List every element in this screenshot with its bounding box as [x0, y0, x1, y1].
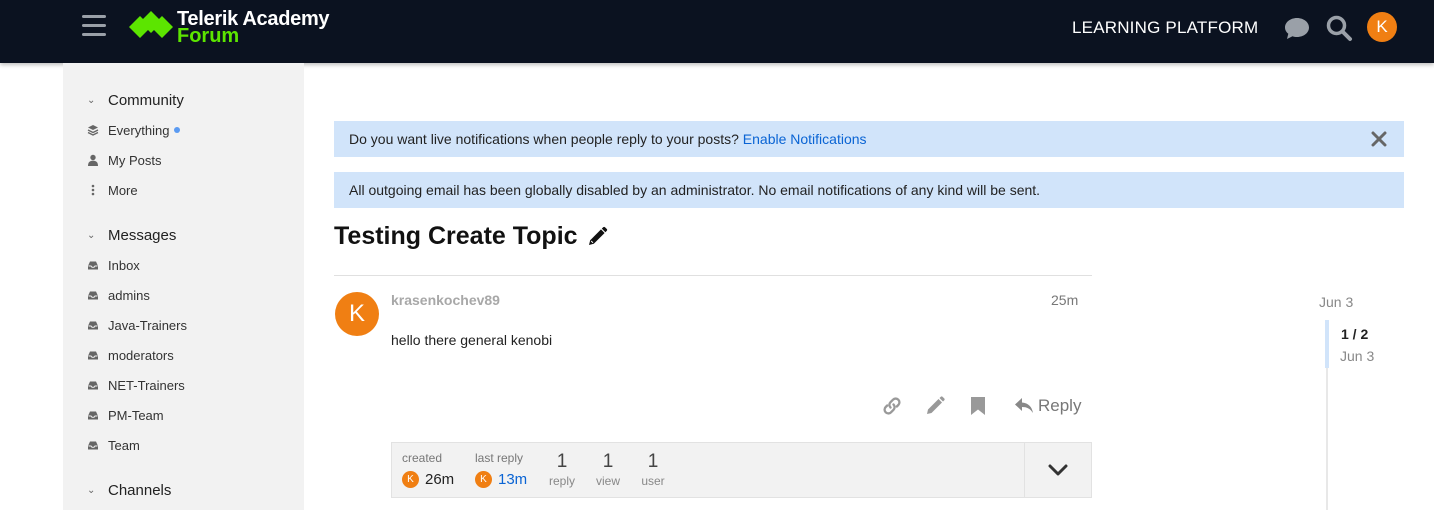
sidebar-item-everything[interactable]: Everything: [87, 120, 181, 140]
title-divider: [334, 275, 1092, 276]
section-title: Messages: [108, 227, 177, 244]
sidebar-item-moderators[interactable]: moderators: [87, 345, 174, 365]
unread-dot: [174, 127, 181, 133]
user-avatar[interactable]: K: [1367, 12, 1397, 42]
ellipsis-vertical-icon: [87, 184, 99, 196]
sidebar-item-label: moderators: [108, 347, 174, 363]
bookmark-icon[interactable]: [968, 395, 988, 417]
sidebar-item-label: Java-Trainers: [108, 317, 187, 333]
edit-icon[interactable]: [924, 395, 946, 417]
sidebar-item-label: More: [108, 182, 138, 198]
sidebar-item-my-posts[interactable]: My Posts: [87, 150, 161, 170]
sidebar-item-label: admins: [108, 287, 150, 303]
post-time[interactable]: 25m: [1051, 292, 1078, 308]
chevron-down-icon: ⌄: [87, 485, 96, 496]
topic-map: created K 26m last reply K 13m 1 reply 1…: [391, 442, 1092, 498]
chevron-down-icon: ⌄: [87, 95, 96, 106]
topic-title: Testing Create Topic: [334, 222, 608, 251]
sidebar-item-label: Inbox: [108, 257, 140, 273]
avatar: K: [402, 471, 419, 488]
post-avatar[interactable]: K: [335, 292, 379, 336]
site-logo[interactable]: Telerik Academy Forum: [129, 8, 349, 48]
reply-icon: [1015, 398, 1033, 413]
timeline-start-date[interactable]: Jun 3: [1319, 294, 1353, 310]
sidebar-item-label: My Posts: [108, 152, 162, 168]
user-icon: [87, 154, 99, 166]
views-label: view: [595, 474, 620, 488]
sidebar-item-team[interactable]: Team: [87, 435, 140, 455]
inbox-icon: [87, 379, 99, 391]
inbox-icon: [87, 349, 99, 361]
sidebar-item-pm-team[interactable]: PM-Team: [87, 405, 164, 425]
site-header: Telerik Academy Forum LEARNING PLATFORM …: [0, 0, 1434, 63]
replies-count: 1: [556, 451, 568, 472]
link-icon[interactable]: [881, 395, 903, 417]
reply-label: Reply: [1038, 396, 1082, 415]
inbox-icon: [87, 259, 99, 271]
chat-icon[interactable]: [1283, 14, 1311, 42]
sidebar-item-label: Team: [108, 437, 140, 453]
section-title: Community: [108, 92, 184, 109]
expand-topic-map-button[interactable]: [1024, 443, 1091, 497]
post-username[interactable]: krasenkochev89: [391, 292, 500, 308]
sidebar-item-label: PM-Team: [108, 407, 164, 423]
reply-button[interactable]: Reply: [1014, 395, 1081, 417]
inbox-icon: [87, 439, 99, 451]
timeline-position: 1 / 2: [1341, 326, 1369, 342]
users-stat: 1 user: [638, 451, 668, 488]
created-label: created: [402, 451, 443, 465]
search-icon[interactable]: [1325, 14, 1353, 42]
sidebar-item-java-trainers[interactable]: Java-Trainers: [87, 315, 187, 335]
layers-icon: [87, 124, 99, 136]
timeline-current-date: Jun 3: [1340, 348, 1375, 364]
email-disabled-banner: All outgoing email has been globally dis…: [334, 172, 1404, 208]
last-reply-label: last reply: [475, 451, 524, 465]
sidebar-item-admins[interactable]: admins: [87, 285, 150, 305]
sidebar-section-community[interactable]: ⌄ Community: [87, 92, 184, 112]
created-value: 26m: [425, 471, 455, 488]
inbox-icon: [87, 319, 99, 331]
sidebar-item-label: NET-Trainers: [108, 377, 185, 393]
users-count: 1: [647, 451, 659, 472]
replies-label: reply: [548, 474, 575, 488]
topic-created[interactable]: created K 26m: [402, 451, 454, 488]
close-icon[interactable]: [1371, 131, 1387, 147]
sidebar-item-inbox[interactable]: Inbox: [87, 255, 140, 275]
logo-subtitle: Forum: [177, 25, 240, 47]
topic-last-reply[interactable]: last reply K 13m: [475, 451, 527, 488]
topic-title-text[interactable]: Testing Create Topic: [334, 222, 578, 251]
sidebar-item-label: Everything: [108, 122, 170, 138]
notifications-banner-text: Do you want live notifications when peop…: [349, 131, 739, 147]
section-title: Channels: [108, 482, 172, 499]
chevron-down-icon: [1048, 464, 1068, 476]
last-reply-value: 13m: [498, 471, 528, 488]
avatar: K: [475, 471, 492, 488]
sidebar: ⌄ Community Everything My Posts More ⌄ Mes…: [63, 63, 304, 510]
learning-platform-link[interactable]: LEARNING PLATFORM: [1072, 18, 1258, 38]
replies-stat: 1 reply: [547, 451, 577, 488]
notifications-banner: Do you want live notifications when peop…: [334, 121, 1404, 157]
email-disabled-text: All outgoing email has been globally dis…: [349, 182, 1041, 198]
sidebar-item-net-trainers[interactable]: NET-Trainers: [87, 375, 185, 395]
inbox-icon: [87, 409, 99, 421]
pencil-icon[interactable]: [586, 226, 608, 248]
timeline-handle[interactable]: [1325, 320, 1329, 368]
chevron-down-icon: ⌄: [87, 230, 96, 241]
logo-mark-icon: [129, 11, 173, 38]
inbox-icon: [87, 289, 99, 301]
sidebar-item-more[interactable]: More: [87, 180, 138, 200]
enable-notifications-link[interactable]: Enable Notifications: [743, 131, 867, 147]
views-count: 1: [602, 451, 614, 472]
views-stat: 1 view: [593, 451, 623, 488]
sidebar-section-channels[interactable]: ⌄ Channels: [87, 482, 171, 502]
sidebar-section-messages[interactable]: ⌄ Messages: [87, 227, 176, 247]
hamburger-menu-icon[interactable]: [82, 15, 106, 37]
post-body: hello there general kenobi: [391, 332, 553, 348]
users-label: user: [641, 474, 665, 488]
